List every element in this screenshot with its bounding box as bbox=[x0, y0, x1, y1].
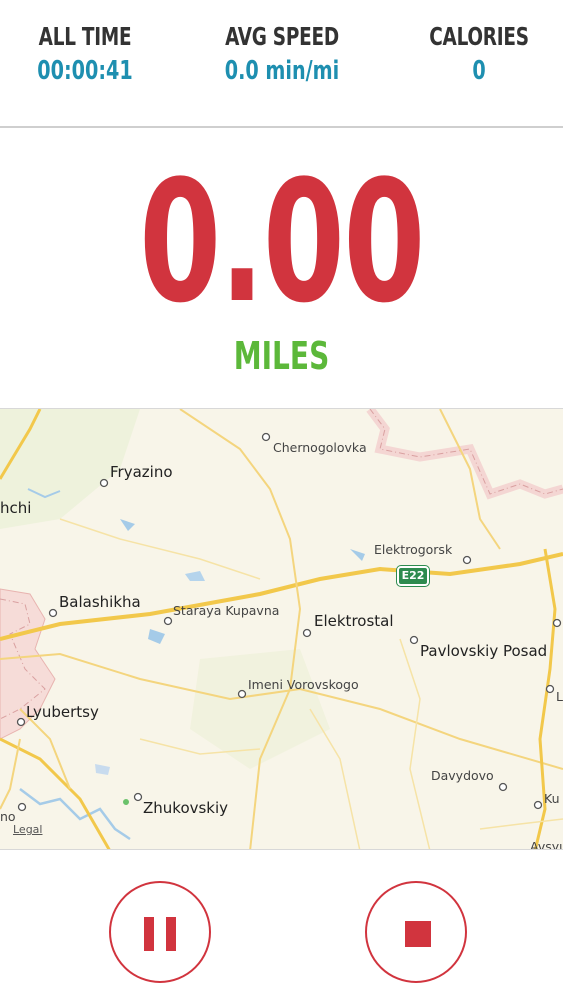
distance-display: 0.00 MILES bbox=[0, 128, 563, 408]
map-base bbox=[0, 409, 563, 849]
map-place-label: Staraya Kupavna bbox=[173, 603, 280, 618]
map-place-label: Fryazino bbox=[110, 463, 173, 481]
stat-avg-speed: AVG SPEED 0.0 min/mi bbox=[197, 22, 367, 86]
stats-bar: ALL TIME 00:00:41 AVG SPEED 0.0 min/mi C… bbox=[0, 0, 563, 128]
stat-value: 0 bbox=[472, 56, 486, 86]
stat-all-time: ALL TIME 00:00:41 bbox=[0, 22, 170, 86]
map-place-label: Pavlovskiy Posad bbox=[420, 642, 548, 660]
stat-label: AVG SPEED bbox=[225, 22, 339, 51]
map-place-label: Elektrogorsk bbox=[374, 542, 453, 557]
map-place-label: Davydovo bbox=[431, 768, 494, 783]
stat-label: ALL TIME bbox=[38, 22, 132, 51]
stop-icon bbox=[405, 921, 431, 947]
stat-label: CALORIES bbox=[429, 22, 529, 51]
map-place-label: Chernogolovka bbox=[273, 440, 367, 455]
stat-calories: CALORIES 0 bbox=[394, 22, 563, 86]
pause-button[interactable] bbox=[109, 881, 211, 983]
highway-shield: E22 bbox=[397, 566, 429, 586]
workout-controls bbox=[0, 850, 563, 1000]
distance-unit: MILES bbox=[233, 334, 330, 378]
map-place-label: L bbox=[556, 689, 563, 704]
map-place-label: no bbox=[0, 809, 16, 824]
map-place-label: Zhukovskiy bbox=[143, 799, 229, 817]
map-place-label: Avsyu bbox=[530, 839, 563, 850]
map-place-label: Elektrostal bbox=[314, 612, 394, 630]
map-place-label: hchi bbox=[0, 499, 32, 517]
pause-icon-bar bbox=[144, 917, 154, 951]
map-legal-link[interactable]: Legal bbox=[13, 823, 42, 836]
stat-value: 0.0 min/mi bbox=[224, 56, 340, 86]
stop-button[interactable] bbox=[365, 881, 467, 983]
distance-value: 0.00 bbox=[139, 144, 425, 340]
map-place-label: Balashikha bbox=[59, 593, 141, 611]
route-map[interactable]: Chernogolovka Fryazino hchi Elektrogorsk… bbox=[0, 408, 563, 850]
pause-icon-bar bbox=[166, 917, 176, 951]
map-place-label: Ku bbox=[544, 791, 560, 806]
map-place-label: Imeni Vorovskogo bbox=[248, 677, 359, 692]
map-place-label: Lyubertsy bbox=[26, 703, 99, 721]
stat-value: 00:00:41 bbox=[37, 56, 133, 86]
